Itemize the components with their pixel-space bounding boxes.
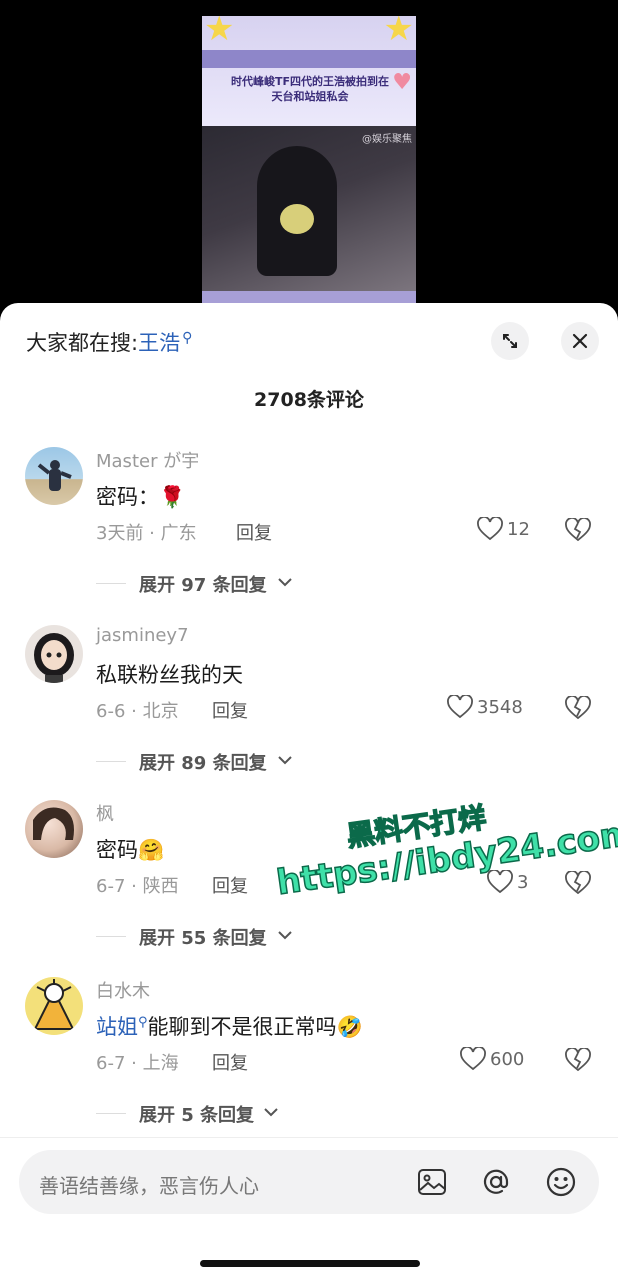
- expand-label: 展开 55 条回复: [139, 928, 267, 949]
- dislike-icon: [565, 695, 591, 720]
- expand-icon: [503, 334, 517, 348]
- input-divider: [0, 1137, 618, 1138]
- dislike-button[interactable]: [565, 517, 591, 546]
- heart-icon: [487, 870, 513, 894]
- close-button[interactable]: [561, 322, 599, 360]
- like-count: 600: [490, 1048, 525, 1070]
- like-count: 12: [507, 518, 530, 540]
- divider-line: [96, 761, 126, 762]
- expand-label: 展开 5 条回复: [139, 1105, 255, 1126]
- dislike-button[interactable]: [565, 695, 591, 724]
- divider-line: [96, 583, 126, 584]
- at-icon: [483, 1169, 509, 1194]
- comment-meta: 6-7 · 上海: [96, 1053, 179, 1074]
- comments-sheet: 大家都在搜:王浩 ⚲ 2708条评论 Master が宇 密码：🌹 3天前 · 广…: [0, 303, 618, 1280]
- star-icon: ★: [383, 16, 414, 49]
- like-button[interactable]: 12: [477, 517, 530, 541]
- thumbnail-photo: @娱乐聚焦: [202, 126, 416, 291]
- heart-icon: [460, 1047, 486, 1071]
- search-keyword[interactable]: 王浩: [138, 331, 180, 355]
- reply-button[interactable]: 回复: [212, 872, 248, 898]
- avatar[interactable]: [25, 625, 83, 683]
- thumbnail-title: 时代峰峻TF四代的王浩被拍到在天台和站姐私会: [230, 75, 390, 103]
- comment-text-rest: 能聊到不是很正常吗🤣: [147, 1015, 363, 1039]
- expand-button[interactable]: [491, 322, 529, 360]
- divider-line: [96, 936, 126, 937]
- heart-icon: [477, 517, 503, 541]
- comment-meta: 6-6 · 北京: [96, 701, 179, 722]
- search-prefix: 大家都在搜:: [26, 331, 139, 355]
- emoji-button[interactable]: [544, 1165, 578, 1199]
- like-button[interactable]: 3: [487, 870, 528, 894]
- avatar-figure: [37, 460, 72, 491]
- comment-input-placeholder: 善语结善缘，恶言伤人心: [39, 1174, 259, 1198]
- trending-search[interactable]: 大家都在搜:王浩 ⚲: [26, 327, 192, 357]
- comment-text: 密码：🌹: [96, 485, 186, 509]
- mention-button[interactable]: [479, 1165, 513, 1199]
- like-count: 3: [517, 871, 529, 893]
- divider-line: [96, 1113, 126, 1114]
- video-thumbnail[interactable]: ★ ★ 时代峰峻TF四代的王浩被拍到在天台和站姐私会 ♥ @娱乐聚焦: [202, 16, 416, 305]
- expand-label: 展开 97 条回复: [139, 575, 267, 596]
- like-button[interactable]: 3548: [447, 695, 523, 719]
- dislike-icon: [565, 517, 591, 542]
- video-area[interactable]: ★ ★ 时代峰峻TF四代的王浩被拍到在天台和站姐私会 ♥ @娱乐聚焦: [0, 0, 618, 305]
- comment-link[interactable]: 站姐: [96, 1015, 138, 1039]
- comment-meta: 3天前 · 广东: [96, 523, 197, 544]
- image-icon: [418, 1169, 446, 1195]
- heart-hands-icon: ♥: [392, 70, 412, 95]
- comment-input[interactable]: 善语结善缘，恶言伤人心: [19, 1150, 599, 1214]
- avatar-figure: [34, 633, 74, 683]
- chevron-down-icon: [264, 1108, 278, 1117]
- avatar[interactable]: [25, 800, 83, 858]
- like-button[interactable]: 600: [460, 1047, 524, 1071]
- comment-author[interactable]: 白水木: [96, 977, 150, 1003]
- chevron-down-icon: [278, 578, 292, 587]
- avatar[interactable]: [25, 977, 83, 1035]
- avatar-figure: [33, 807, 74, 840]
- avatar[interactable]: [25, 447, 83, 505]
- comment-author[interactable]: Master が宇: [96, 447, 199, 473]
- dislike-button[interactable]: [565, 1047, 591, 1076]
- expand-label: 展开 89 条回复: [139, 753, 267, 774]
- reply-button[interactable]: 回复: [236, 519, 272, 545]
- home-indicator: [200, 1260, 420, 1267]
- dislike-icon: [565, 1047, 591, 1072]
- reply-button[interactable]: 回复: [212, 1049, 248, 1075]
- emoji-icon: [546, 1167, 576, 1197]
- dislike-button[interactable]: [565, 870, 591, 899]
- reply-button[interactable]: 回复: [212, 697, 248, 723]
- search-icon: ⚲: [182, 330, 193, 346]
- star-icon: ★: [204, 16, 235, 49]
- image-button[interactable]: [415, 1165, 449, 1199]
- thumbnail-watermark: @娱乐聚焦: [362, 134, 412, 145]
- comment-author[interactable]: jasminey7: [96, 625, 189, 646]
- comment-text: 私联粉丝我的天: [96, 663, 243, 687]
- comment-meta: 6-7 · 陕西: [96, 876, 179, 897]
- comment-text: 密码🤗: [96, 838, 165, 862]
- comment-author[interactable]: 枫: [96, 800, 114, 826]
- comment-count: 2708条评论: [254, 389, 364, 411]
- chevron-down-icon: [278, 931, 292, 940]
- thumbnail-band: [202, 50, 416, 68]
- like-count: 3548: [477, 696, 523, 718]
- dislike-icon: [565, 870, 591, 895]
- shirt-print: [280, 204, 314, 234]
- avatar-figure: [33, 979, 75, 1030]
- thumbnail-banner: ★ ★ 时代峰峻TF四代的王浩被拍到在天台和站姐私会 ♥: [202, 16, 416, 126]
- chevron-down-icon: [278, 756, 292, 765]
- comment-text: 站姐⚲能聊到不是很正常吗🤣: [96, 1011, 363, 1041]
- close-icon: [572, 333, 588, 349]
- search-icon: ⚲: [138, 1015, 148, 1030]
- heart-icon: [447, 695, 473, 719]
